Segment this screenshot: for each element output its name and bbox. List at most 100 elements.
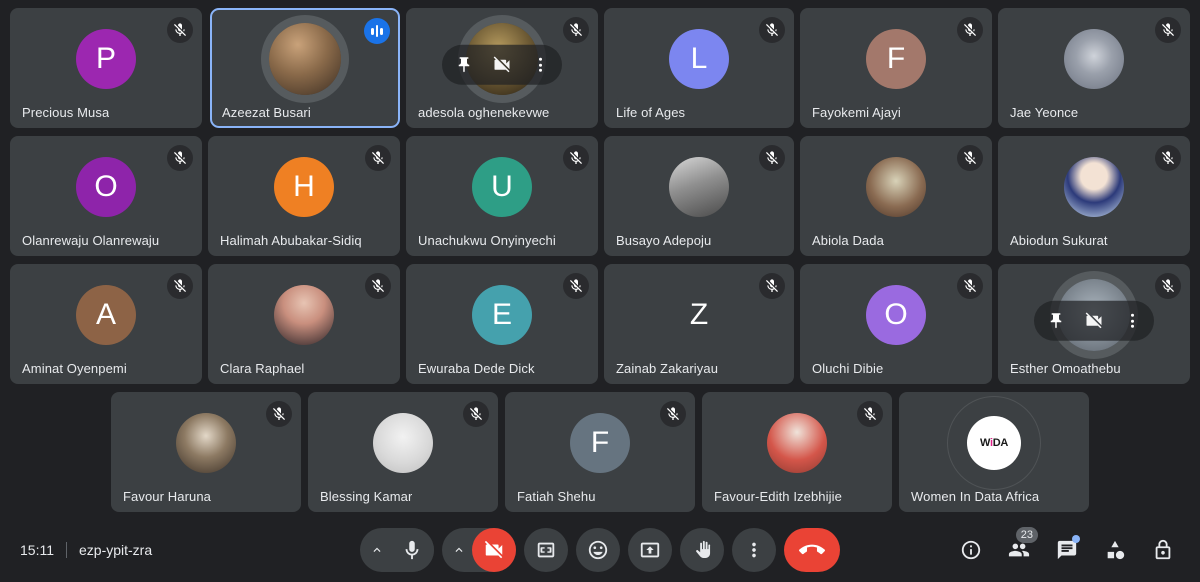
mic-off-icon	[1162, 151, 1174, 164]
mic-off-badge	[857, 401, 883, 427]
more-options-button[interactable]	[732, 528, 776, 572]
participant-name: Abiola Dada	[812, 233, 884, 248]
participant-name: adesola oghenekevwe	[418, 105, 550, 120]
reactions-button[interactable]	[576, 528, 620, 572]
present-button[interactable]	[628, 528, 672, 572]
activities-button[interactable]	[1094, 529, 1136, 571]
camera-off-icon[interactable]	[490, 53, 514, 77]
participant-name: Ewuraba Dede Dick	[418, 361, 535, 376]
participant-tile[interactable]: Abiodun Sukurat	[998, 136, 1190, 256]
participant-name: Fayokemi Ajayi	[812, 105, 901, 120]
mic-control-group[interactable]	[360, 528, 434, 572]
mic-off-icon	[174, 23, 186, 36]
participant-tile[interactable]: U Unachukwu Onyinyechi	[406, 136, 598, 256]
avatar: F	[570, 413, 630, 473]
participant-tile[interactable]: Busayo Adepoju	[604, 136, 794, 256]
mic-off-badge	[563, 17, 589, 43]
participant-tile[interactable]: Favour Haruna	[111, 392, 301, 512]
mic-off-badge	[167, 145, 193, 171]
participant-tile[interactable]: Azeezat Busari	[210, 8, 400, 128]
avatar: P	[76, 29, 136, 89]
participant-tile[interactable]: O Oluchi Dibie	[800, 264, 992, 384]
mic-off-badge	[167, 273, 193, 299]
participant-tile[interactable]: Jae Yeonce	[998, 8, 1190, 128]
participant-tile[interactable]: adesola oghenekevwe	[406, 8, 598, 128]
captions-button[interactable]	[524, 528, 568, 572]
mic-off-badge	[1155, 145, 1181, 171]
camera-button[interactable]	[472, 528, 516, 572]
pin-icon[interactable]	[1044, 309, 1068, 333]
participant-tile[interactable]: F Fayokemi Ajayi	[800, 8, 992, 128]
meeting-details-button[interactable]	[950, 529, 992, 571]
avatar: Z	[669, 285, 729, 345]
chat-unread-dot	[1072, 535, 1080, 543]
mic-button[interactable]	[390, 528, 434, 572]
participant-tile[interactable]: Blessing Kamar	[308, 392, 498, 512]
participant-tile[interactable]: Favour-Edith Izebhijie	[702, 392, 892, 512]
participant-tile[interactable]: A Aminat Oyenpemi	[10, 264, 202, 384]
participant-name: Blessing Kamar	[320, 489, 413, 504]
participant-name: Women In Data Africa	[911, 489, 1040, 504]
participant-name: Busayo Adepoju	[616, 233, 712, 248]
mic-off-badge	[167, 17, 193, 43]
participant-tile[interactable]: Esther Omoathebu	[998, 264, 1190, 384]
participant-tile[interactable]: L Life of Ages	[604, 8, 794, 128]
participant-name: Precious Musa	[22, 105, 110, 120]
speaking-indicator-icon	[364, 18, 390, 44]
meeting-meta: 15:11 ezp-ypit-zra	[20, 542, 152, 558]
closed-captions-icon	[537, 542, 555, 558]
mic-off-icon	[273, 407, 285, 420]
mic-off-badge	[365, 273, 391, 299]
meeting-code: ezp-ypit-zra	[79, 542, 153, 558]
tile-more-icon[interactable]	[528, 53, 552, 77]
pin-icon[interactable]	[452, 53, 476, 77]
mic-options-chevron-icon[interactable]	[364, 528, 390, 572]
avatar-initial: Z	[689, 298, 709, 331]
emoji-smile-icon	[588, 540, 608, 560]
mic-off-badge	[759, 17, 785, 43]
mic-off-icon	[372, 279, 384, 292]
camera-off-icon[interactable]	[1082, 309, 1106, 333]
avatar	[373, 413, 433, 473]
avatar: F	[866, 29, 926, 89]
mic-off-badge	[365, 145, 391, 171]
activities-icon	[1107, 540, 1125, 560]
participant-tile[interactable]: H Halimah Abubakar-Sidiq	[208, 136, 400, 256]
tile-more-icon[interactable]	[1120, 309, 1144, 333]
participant-tile[interactable]: Abiola Dada	[800, 136, 992, 256]
mic-off-badge	[463, 401, 489, 427]
mic-off-icon	[174, 151, 186, 164]
chat-button[interactable]	[1046, 529, 1088, 571]
host-controls-button[interactable]	[1142, 529, 1184, 571]
lock-icon	[1155, 539, 1171, 560]
avatar-initial: E	[491, 298, 512, 331]
avatar	[269, 23, 341, 95]
wida-logo: WiDA	[979, 437, 1009, 449]
participant-tile[interactable]: E Ewuraba Dede Dick	[406, 264, 598, 384]
mic-off-icon	[766, 151, 778, 164]
participant-tile[interactable]: WiDA Women In Data Africa	[899, 392, 1089, 512]
mic-off-badge	[759, 273, 785, 299]
avatar-initial: L	[690, 42, 708, 75]
participant-tile[interactable]: F Fatiah Shehu	[505, 392, 695, 512]
participant-tile[interactable]: O Olanrewaju Olanrewaju	[10, 136, 202, 256]
tile-hover-actions	[1034, 300, 1154, 341]
people-button[interactable]: 23	[998, 527, 1040, 571]
leave-call-button[interactable]	[784, 528, 840, 572]
avatar-initial: H	[293, 170, 315, 203]
participant-tile[interactable]: Z Zainab Zakariyau	[604, 264, 794, 384]
avatar: WiDA	[967, 416, 1021, 470]
raise-hand-button[interactable]	[680, 528, 724, 572]
participant-name: Abiodun Sukurat	[1010, 233, 1108, 248]
participant-tile[interactable]: Clara Raphael	[208, 264, 400, 384]
participant-tile[interactable]: P Precious Musa	[10, 8, 202, 128]
mic-off-icon	[570, 279, 582, 292]
right-controls: 23	[950, 527, 1184, 571]
camera-options-chevron-icon[interactable]	[446, 528, 472, 572]
mic-off-icon	[372, 151, 384, 164]
mic-off-icon	[470, 407, 482, 420]
participant-name: Jae Yeonce	[1010, 105, 1079, 120]
mic-off-icon	[964, 279, 976, 292]
camera-control-group[interactable]	[442, 528, 516, 572]
info-icon	[961, 540, 981, 560]
